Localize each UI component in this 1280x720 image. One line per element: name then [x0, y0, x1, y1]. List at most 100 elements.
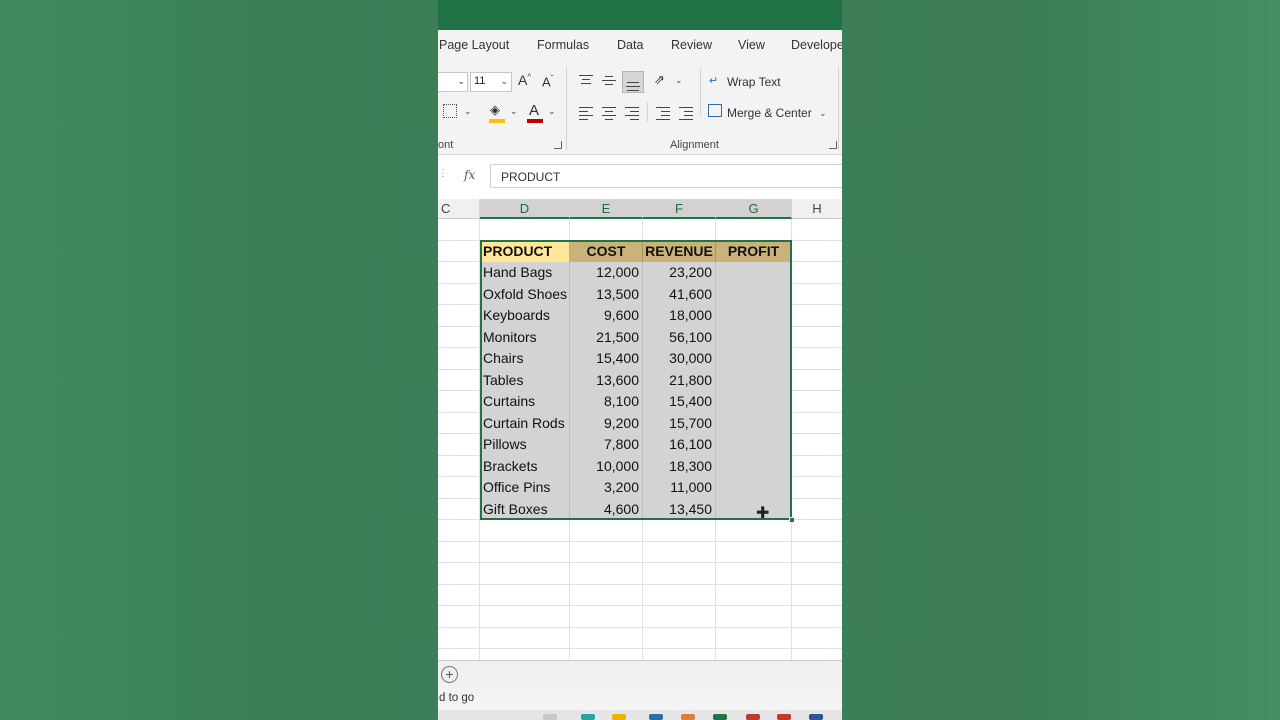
column-header-e[interactable]: E: [570, 199, 643, 219]
cost-cell[interactable]: 7,800: [570, 434, 643, 456]
cost-cell[interactable]: 10,000: [570, 455, 643, 477]
font-size-combo[interactable]: 11 ⌄: [470, 72, 512, 92]
cost-cell[interactable]: 13,600: [570, 369, 643, 391]
folder-icon[interactable]: [612, 714, 626, 720]
product-cell[interactable]: Curtains: [480, 391, 570, 413]
cost-cell[interactable]: 3,200: [570, 477, 643, 499]
tab-review[interactable]: Review: [671, 38, 712, 52]
product-cell[interactable]: Chairs: [480, 348, 570, 370]
taskbar-app-icon[interactable]: [746, 714, 760, 720]
header-cell-cost[interactable]: COST: [570, 240, 643, 262]
revenue-cell[interactable]: 11,000: [643, 477, 716, 499]
fx-icon[interactable]: fx: [464, 168, 475, 182]
profit-cell[interactable]: [716, 305, 792, 327]
product-cell[interactable]: Curtain Rods: [480, 412, 570, 434]
revenue-cell[interactable]: 41,600: [643, 283, 716, 305]
profit-cell[interactable]: [716, 498, 792, 520]
profit-cell[interactable]: [716, 326, 792, 348]
edge-icon[interactable]: [581, 714, 595, 720]
bottom-align-icon[interactable]: [622, 71, 644, 93]
cost-cell[interactable]: 15,400: [570, 348, 643, 370]
profit-cell[interactable]: [716, 391, 792, 413]
fill-color-icon[interactable]: ◈: [490, 102, 500, 118]
header-cell-revenue[interactable]: REVENUE: [643, 240, 716, 262]
product-cell[interactable]: Tables: [480, 369, 570, 391]
profit-cell[interactable]: [716, 348, 792, 370]
product-cell[interactable]: Gift Boxes: [480, 498, 570, 520]
product-cell[interactable]: Oxfold Shoes: [480, 283, 570, 305]
cost-cell[interactable]: 9,600: [570, 305, 643, 327]
top-align-icon[interactable]: [577, 74, 595, 88]
profit-cell[interactable]: [716, 477, 792, 499]
orientation-dropdown-icon[interactable]: ⌄: [675, 75, 683, 86]
cost-cell[interactable]: 21,500: [570, 326, 643, 348]
profit-cell[interactable]: [716, 262, 792, 284]
excel-taskbar-icon[interactable]: [713, 714, 727, 720]
revenue-cell[interactable]: 30,000: [643, 348, 716, 370]
borders-dropdown-icon[interactable]: ⌄: [464, 106, 472, 117]
wrap-text-button[interactable]: Wrap Text: [727, 75, 781, 89]
align-left-icon[interactable]: [577, 106, 595, 120]
taskbar-app-icon[interactable]: [543, 714, 557, 720]
tab-view[interactable]: View: [738, 38, 765, 52]
cost-cell[interactable]: 12,000: [570, 262, 643, 284]
revenue-cell[interactable]: 18,300: [643, 455, 716, 477]
profit-cell[interactable]: [716, 369, 792, 391]
profit-cell[interactable]: [716, 412, 792, 434]
cost-cell[interactable]: 9,200: [570, 412, 643, 434]
decrease-font-size-icon[interactable]: Aˇ: [542, 74, 553, 89]
decrease-indent-icon[interactable]: [654, 106, 672, 120]
column-header-c[interactable]: C: [438, 199, 480, 219]
word-icon[interactable]: [809, 714, 823, 720]
font-name-combo[interactable]: ⌄: [438, 72, 468, 92]
fill-color-dropdown-icon[interactable]: ⌄: [510, 106, 518, 117]
column-header-h[interactable]: H: [792, 199, 842, 219]
revenue-cell[interactable]: 23,200: [643, 262, 716, 284]
add-sheet-button[interactable]: +: [441, 666, 458, 683]
product-cell[interactable]: Hand Bags: [480, 262, 570, 284]
product-cell[interactable]: Pillows: [480, 434, 570, 456]
cost-cell[interactable]: 8,100: [570, 391, 643, 413]
worksheet-grid[interactable]: PRODUCT COST REVENUE PROFIT Hand Bags 12,…: [438, 219, 842, 660]
font-dialog-launcher-icon[interactable]: [554, 141, 562, 149]
revenue-cell[interactable]: 21,800: [643, 369, 716, 391]
product-cell[interactable]: Office Pins: [480, 477, 570, 499]
tab-data[interactable]: Data: [617, 38, 643, 52]
merge-center-button[interactable]: Merge & Center: [727, 106, 812, 120]
merge-dropdown-icon[interactable]: ⌄: [819, 108, 827, 119]
revenue-cell[interactable]: 16,100: [643, 434, 716, 456]
tab-formulas[interactable]: Formulas: [537, 38, 589, 52]
vscode-icon[interactable]: [649, 714, 663, 720]
orientation-icon[interactable]: ⇗: [654, 72, 665, 88]
increase-indent-icon[interactable]: [677, 106, 695, 120]
column-header-f[interactable]: F: [643, 199, 716, 219]
product-cell[interactable]: Monitors: [480, 326, 570, 348]
column-header-d[interactable]: D: [480, 199, 570, 219]
fill-handle[interactable]: [789, 517, 795, 523]
align-center-icon[interactable]: [600, 106, 618, 120]
cost-cell[interactable]: 13,500: [570, 283, 643, 305]
profit-cell[interactable]: [716, 283, 792, 305]
middle-align-icon[interactable]: [600, 74, 618, 88]
revenue-cell[interactable]: 15,700: [643, 412, 716, 434]
align-right-icon[interactable]: [623, 106, 641, 120]
column-header-g[interactable]: G: [716, 199, 792, 219]
formula-input[interactable]: PRODUCT: [490, 164, 842, 188]
alignment-dialog-launcher-icon[interactable]: [829, 141, 837, 149]
revenue-cell[interactable]: 18,000: [643, 305, 716, 327]
powerpoint-icon[interactable]: [777, 714, 791, 720]
font-color-icon[interactable]: A: [529, 102, 539, 119]
name-box-chevron-icon[interactable]: ⋮: [438, 168, 448, 179]
cost-cell[interactable]: 4,600: [570, 498, 643, 520]
profit-cell[interactable]: [716, 455, 792, 477]
revenue-cell[interactable]: 13,450: [643, 498, 716, 520]
header-cell-product[interactable]: PRODUCT: [480, 240, 570, 262]
font-color-dropdown-icon[interactable]: ⌄: [548, 106, 556, 117]
taskbar-app-icon[interactable]: [681, 714, 695, 720]
tab-developer[interactable]: Develope: [791, 38, 842, 52]
header-cell-profit[interactable]: PROFIT: [716, 240, 792, 262]
profit-cell[interactable]: [716, 434, 792, 456]
revenue-cell[interactable]: 56,100: [643, 326, 716, 348]
product-cell[interactable]: Keyboards: [480, 305, 570, 327]
tab-page-layout[interactable]: Page Layout: [439, 38, 509, 52]
